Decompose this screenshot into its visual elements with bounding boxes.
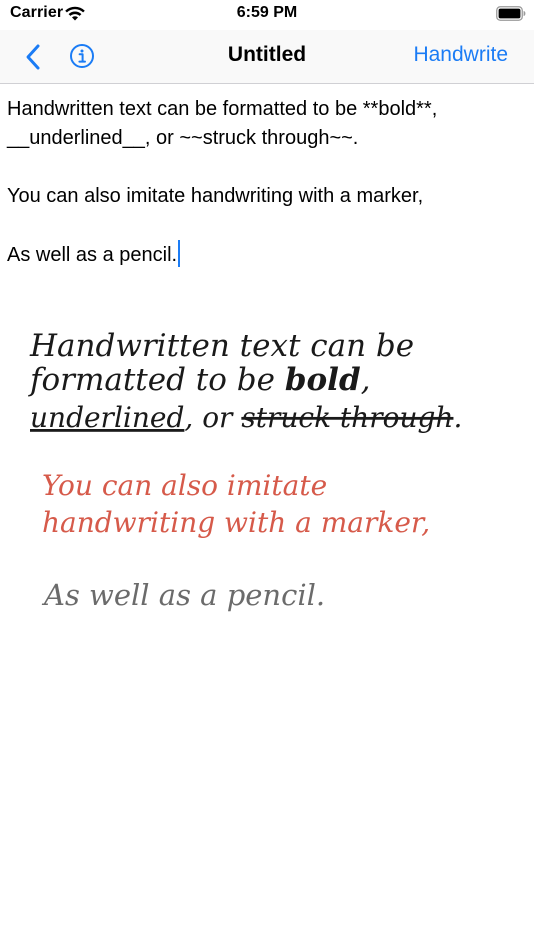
hand-line-1: Handwritten text can be — [29, 328, 414, 364]
hand-line-2: formatted to be bold, — [28, 362, 370, 398]
hand-marker-line-1: You can also imitate — [42, 469, 327, 502]
editor-paragraph: Handwritten text can be formatted to be … — [7, 98, 438, 149]
status-time: 6:59 PM — [236, 4, 298, 21]
hand-line-2-suffix: , — [361, 362, 371, 398]
text-editor[interactable]: Handwritten text can be formatted to be … — [7, 95, 522, 299]
hand-bold-word: bold — [285, 362, 361, 398]
hand-marker-line-2: handwriting with a marker, — [42, 506, 430, 539]
hand-line-3-mid: , or — [184, 401, 241, 434]
hand-line-3: underlined, or struck through. — [30, 401, 462, 434]
hand-pencil-line: As well as a pencil. — [41, 578, 325, 612]
text-cursor — [178, 240, 181, 267]
handwriting-preview: Handwritten text can be formatted to be … — [28, 328, 462, 612]
editor-paragraph: You can also imitate handwriting with a … — [7, 185, 424, 207]
hand-struck-words: struck through — [241, 401, 453, 434]
hand-line-2-prefix: formatted to be — [28, 362, 285, 398]
handwrite-button[interactable]: Handwrite — [413, 43, 508, 67]
battery-icon — [496, 6, 526, 21]
hand-line-3-end: . — [453, 401, 462, 434]
editor-paragraph-text: As well as a pencil. — [7, 244, 178, 266]
editor-paragraph-last: As well as a pencil. — [7, 240, 522, 270]
hand-underlined-word: underlined — [30, 401, 184, 434]
navigation-bar: Untitled Handwrite — [0, 30, 534, 84]
document-screen: Carrier 6:59 PM Untitled Handwrite Handw… — [0, 0, 534, 950]
status-bar: Carrier 6:59 PM — [0, 0, 534, 30]
